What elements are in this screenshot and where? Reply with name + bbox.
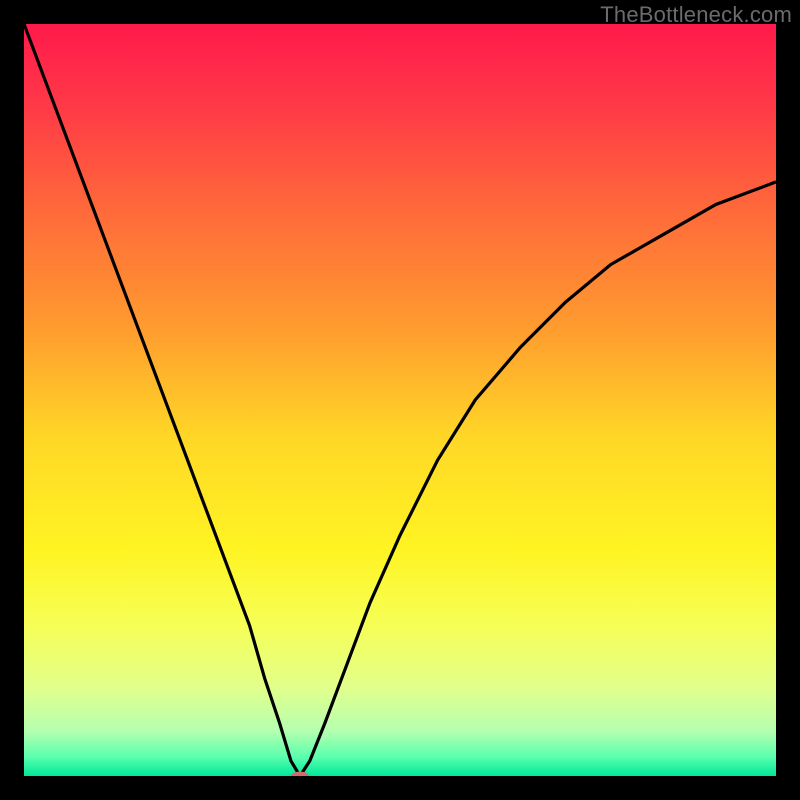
attribution-text: TheBottleneck.com bbox=[600, 2, 792, 28]
gradient-background bbox=[24, 24, 776, 776]
bottleneck-chart bbox=[24, 24, 776, 776]
